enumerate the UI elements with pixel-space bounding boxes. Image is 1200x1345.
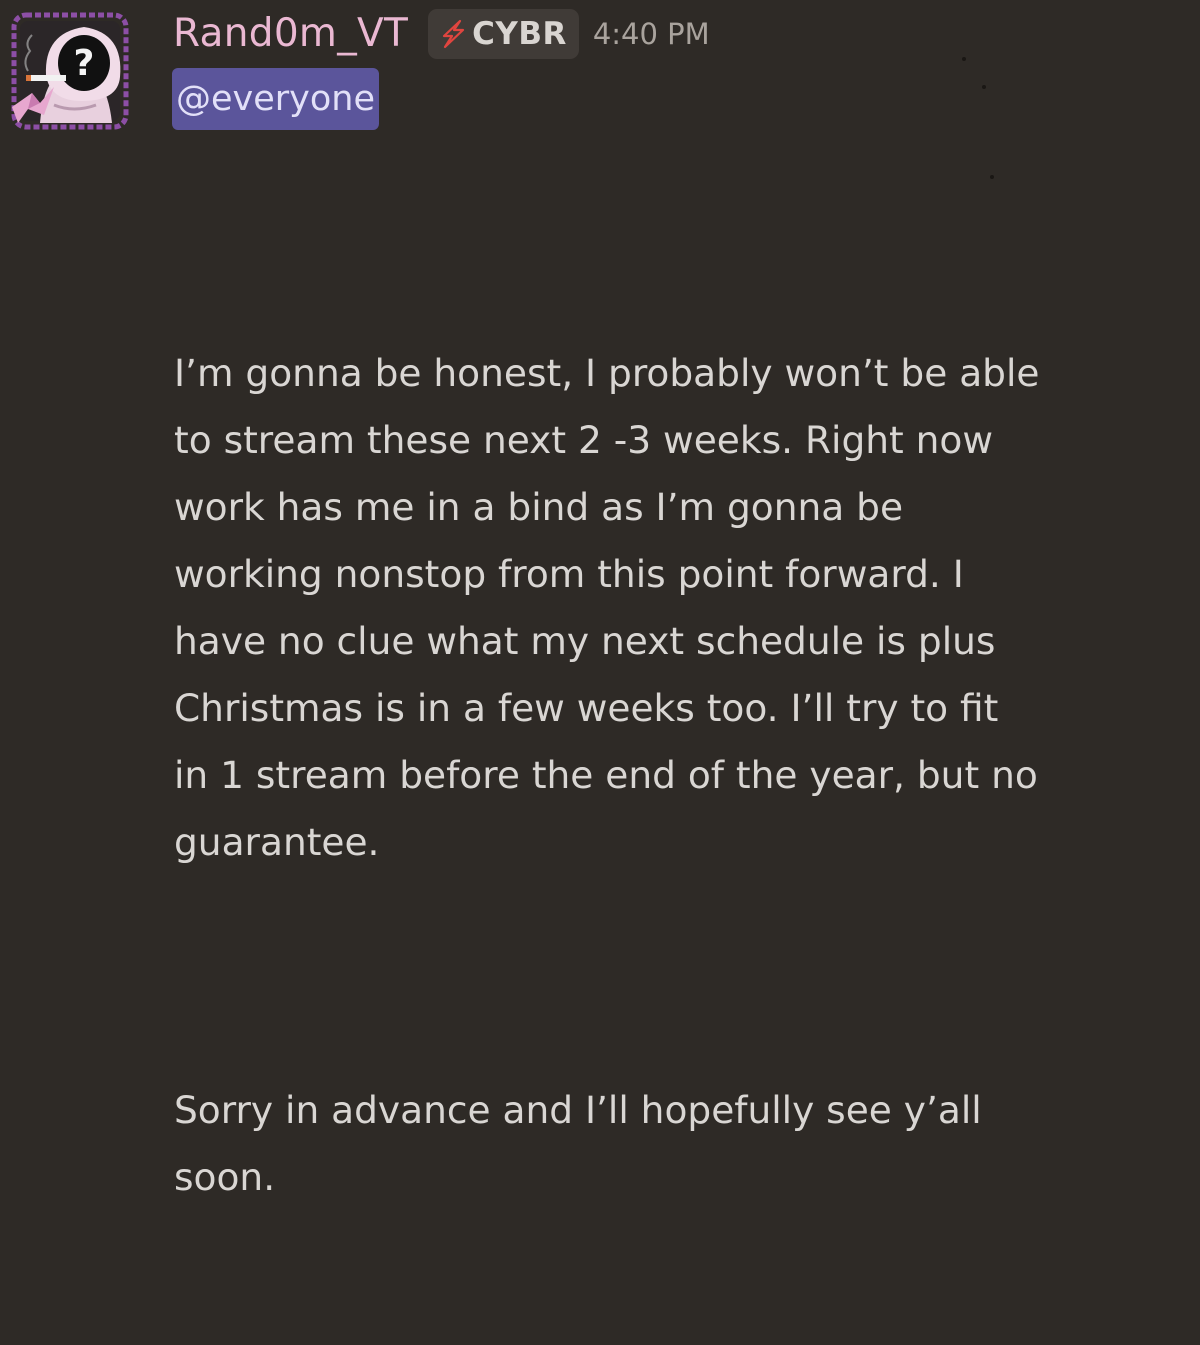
screen-speck bbox=[990, 175, 994, 179]
lightning-bolt-icon bbox=[438, 19, 468, 49]
chat-message: ? Rand0m_VT CYBR 4:40 PM @everyone I’m g… bbox=[0, 0, 1200, 1199]
message-header: Rand0m_VT CYBR 4:40 PM bbox=[173, 8, 710, 60]
svg-text:?: ? bbox=[74, 43, 95, 84]
screen-speck bbox=[982, 85, 986, 89]
question-mark-avatar-icon: ? bbox=[11, 12, 129, 130]
everyone-mention[interactable]: @everyone bbox=[172, 68, 380, 130]
author-username[interactable]: Rand0m_VT bbox=[173, 8, 408, 60]
screen-speck bbox=[962, 57, 966, 61]
guild-tag-label: CYBR bbox=[472, 16, 567, 52]
message-paragraph: I’m gonna be honest, I probably won’t be… bbox=[174, 351, 1040, 864]
message-timestamp: 4:40 PM bbox=[592, 17, 710, 51]
user-avatar[interactable]: ? bbox=[10, 5, 136, 131]
message-paragraph: Sorry in advance and I’ll hopefully see … bbox=[174, 1088, 982, 1199]
message-content: I’m gonna be honest, I probably won’t be… bbox=[174, 206, 1184, 1345]
guild-tag-badge[interactable]: CYBR bbox=[428, 9, 579, 59]
